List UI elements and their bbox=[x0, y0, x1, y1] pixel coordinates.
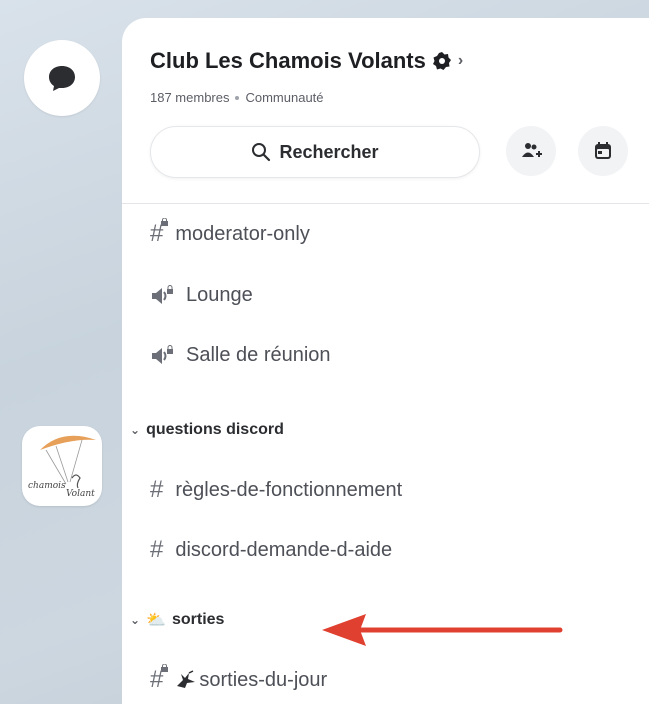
locked-voice-channel-icon bbox=[152, 344, 173, 364]
locked-voice-channel-icon bbox=[152, 284, 173, 304]
channel-moderator-only[interactable]: # moderator-only bbox=[150, 218, 310, 248]
channel-name: sorties-du-jour bbox=[199, 668, 328, 691]
channel-salle-de-reunion[interactable]: Salle de réunion bbox=[150, 344, 331, 367]
channel-name: règles-de-fonctionnement bbox=[175, 478, 403, 501]
search-icon bbox=[252, 143, 271, 162]
chamois-emoji-icon bbox=[177, 670, 196, 688]
channel-name: Lounge bbox=[186, 284, 253, 306]
direct-messages-button[interactable] bbox=[24, 40, 100, 116]
text-channel-icon: # bbox=[150, 476, 164, 503]
chevron-right-icon: › bbox=[457, 52, 464, 69]
invite-members-button[interactable] bbox=[506, 126, 556, 176]
category-questions-discord[interactable]: ⌄ questions discord bbox=[130, 421, 284, 439]
separator-dot bbox=[235, 95, 240, 100]
chevron-down-icon: ⌄ bbox=[130, 423, 141, 437]
channel-name: moderator-only bbox=[175, 222, 310, 245]
locked-text-channel-icon: # bbox=[150, 664, 169, 694]
server-header[interactable]: Club Les Chamois Volants › bbox=[150, 48, 463, 74]
svg-text:Volant: Volant bbox=[66, 489, 95, 499]
paraglider-logo-icon: chamois Volant bbox=[28, 435, 96, 499]
svg-text:chamois: chamois bbox=[28, 481, 66, 491]
chat-bubble-icon bbox=[49, 66, 75, 91]
server-name: Club Les Chamois Volants bbox=[150, 48, 426, 73]
verified-badge-icon bbox=[432, 52, 451, 70]
category-name: questions discord bbox=[146, 421, 284, 438]
add-user-icon bbox=[522, 143, 542, 157]
events-button[interactable] bbox=[578, 126, 628, 176]
locked-text-channel-icon: # bbox=[150, 218, 169, 248]
sun-cloud-emoji-icon: ⛅ bbox=[146, 612, 166, 629]
category-name: sorties bbox=[171, 611, 225, 628]
server-meta: 187 membres Communauté bbox=[150, 90, 324, 105]
channel-panel: Club Les Chamois Volants › 187 membres C… bbox=[122, 18, 649, 704]
header-divider bbox=[122, 203, 649, 204]
calendar-icon bbox=[595, 142, 611, 159]
chevron-down-icon: ⌄ bbox=[130, 613, 141, 627]
text-channel-icon: # bbox=[150, 536, 164, 563]
search-button[interactable]: Rechercher bbox=[150, 126, 480, 178]
server-icon-chamois[interactable]: chamois Volant bbox=[22, 426, 102, 506]
server-type: Communauté bbox=[245, 90, 324, 105]
annotation-arrow-icon bbox=[322, 614, 563, 646]
member-count: 187 membres bbox=[150, 90, 230, 105]
channel-name: Salle de réunion bbox=[186, 344, 331, 366]
channel-sorties-du-jour[interactable]: # sorties-du-jour bbox=[150, 664, 328, 694]
search-label: Rechercher bbox=[279, 141, 379, 162]
server-rail: chamois Volant bbox=[0, 0, 122, 704]
channel-discord-demande-d-aide[interactable]: # discord-demande-d-aide bbox=[150, 536, 392, 564]
channel-lounge[interactable]: Lounge bbox=[150, 284, 253, 307]
channel-name: discord-demande-d-aide bbox=[175, 538, 393, 561]
category-sorties[interactable]: ⌄ ⛅ sorties bbox=[130, 610, 224, 630]
channel-regles-de-fonctionnement[interactable]: # règles-de-fonctionnement bbox=[150, 476, 402, 504]
